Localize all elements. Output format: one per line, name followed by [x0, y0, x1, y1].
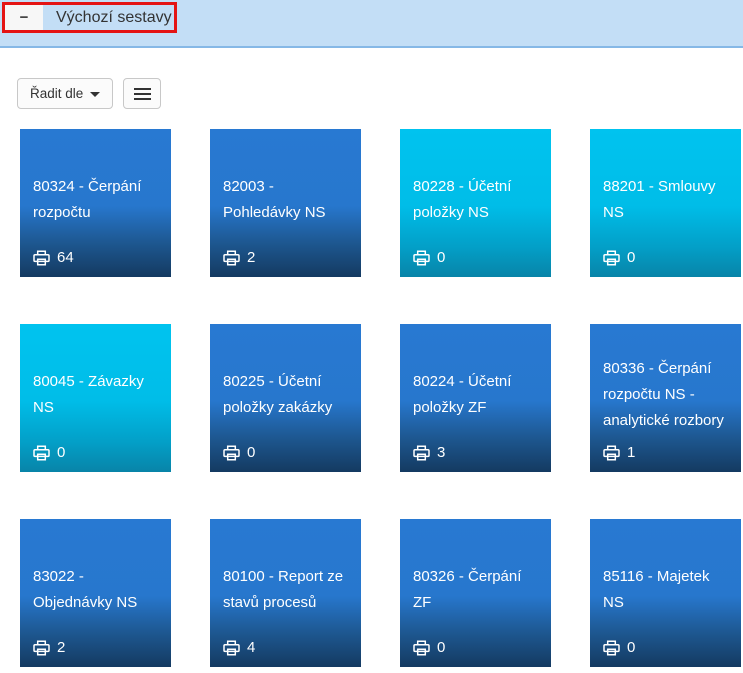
report-tile[interactable]: 82003 - Pohledávky NS 2: [210, 129, 361, 277]
print-count-value: 0: [437, 249, 446, 266]
printer-icon: [223, 639, 240, 656]
printer-icon: [33, 639, 50, 656]
report-tile[interactable]: 80225 - Účetní položky zakázky 0: [210, 324, 361, 472]
report-tile-print-count: 0: [413, 639, 445, 656]
caret-down-icon: [90, 92, 101, 97]
report-tile-title: 80336 - Čerpání rozpočtu NS - analytické…: [603, 360, 724, 429]
report-tile-title: 80100 - Report ze stavů procesů: [223, 568, 344, 611]
report-tile-title: 88201 - Smlouvy NS: [603, 178, 716, 221]
report-tile[interactable]: 83022 - Objednávky NS 2: [20, 519, 171, 667]
print-count-value: 64: [57, 249, 74, 266]
collapse-panel-button[interactable]: −: [5, 5, 43, 30]
report-tile-title: 80045 - Závazky NS: [33, 373, 144, 416]
printer-icon: [413, 249, 430, 266]
print-count-value: 3: [437, 444, 446, 461]
printer-icon: [603, 639, 620, 656]
printer-icon: [33, 444, 50, 461]
printer-icon: [413, 444, 430, 461]
report-tile-print-count: 0: [603, 639, 635, 656]
print-count-value: 0: [627, 249, 636, 266]
print-count-value: 0: [437, 639, 446, 656]
highlight-annotation-box: − Výchozí sestavy: [2, 2, 177, 33]
printer-icon: [33, 249, 50, 266]
toolbar: Řadit dle: [17, 78, 743, 109]
report-tile-print-count: 64: [33, 249, 74, 266]
print-count-value: 0: [627, 639, 636, 656]
sort-by-label: Řadit dle: [30, 86, 84, 101]
printer-icon: [603, 444, 620, 461]
panel-header: − Výchozí sestavy: [0, 0, 743, 48]
printer-icon: [413, 639, 430, 656]
report-tile[interactable]: 85116 - Majetek NS 0: [590, 519, 741, 667]
report-tile-print-count: 4: [223, 639, 255, 656]
layout-menu-button[interactable]: [123, 78, 162, 109]
report-tile-print-count: 1: [603, 444, 635, 461]
report-tile-print-count: 0: [603, 249, 635, 266]
report-tile[interactable]: 80228 - Účetní položky NS 0: [400, 129, 551, 277]
report-tile-title: 80228 - Účetní položky NS: [413, 178, 512, 221]
print-count-value: 1: [627, 444, 636, 461]
printer-icon: [223, 249, 240, 266]
report-tile[interactable]: 80326 - Čerpání ZF 0: [400, 519, 551, 667]
report-tile-grid: 80324 - Čerpání rozpočtu 64 82003 - Pohl…: [20, 129, 743, 667]
print-count-value: 2: [247, 249, 256, 266]
report-tile-print-count: 0: [223, 444, 255, 461]
report-tile-print-count: 3: [413, 444, 445, 461]
printer-icon: [603, 249, 620, 266]
report-tile-title: 85116 - Majetek NS: [603, 568, 710, 611]
sort-by-dropdown-button[interactable]: Řadit dle: [17, 78, 114, 109]
report-tile[interactable]: 80100 - Report ze stavů procesů 4: [210, 519, 361, 667]
report-tile[interactable]: 80045 - Závazky NS 0: [20, 324, 171, 472]
report-tile-print-count: 0: [33, 444, 65, 461]
report-tile-title: 82003 - Pohledávky NS: [223, 178, 326, 221]
report-tile-print-count: 2: [223, 249, 255, 266]
report-tile-title: 80324 - Čerpání rozpočtu: [33, 178, 142, 221]
print-count-value: 0: [57, 444, 66, 461]
report-tile-title: 80225 - Účetní položky zakázky: [223, 373, 333, 416]
report-tile-title: 80326 - Čerpání ZF: [413, 568, 522, 611]
print-count-value: 4: [247, 639, 256, 656]
report-tile-title: 83022 - Objednávky NS: [33, 568, 138, 611]
print-count-value: 2: [57, 639, 66, 656]
hamburger-icon: [133, 87, 151, 100]
print-count-value: 0: [247, 444, 256, 461]
report-tile[interactable]: 88201 - Smlouvy NS 0: [590, 129, 741, 277]
printer-icon: [223, 444, 240, 461]
report-tile-print-count: 0: [413, 249, 445, 266]
report-tile[interactable]: 80336 - Čerpání rozpočtu NS - analytické…: [590, 324, 741, 472]
report-tile[interactable]: 80224 - Účetní položky ZF 3: [400, 324, 551, 472]
report-tile-title: 80224 - Účetní položky ZF: [413, 373, 512, 416]
panel-title: Výchozí sestavy: [56, 8, 172, 26]
report-tile[interactable]: 80324 - Čerpání rozpočtu 64: [20, 129, 171, 277]
report-tile-print-count: 2: [33, 639, 65, 656]
